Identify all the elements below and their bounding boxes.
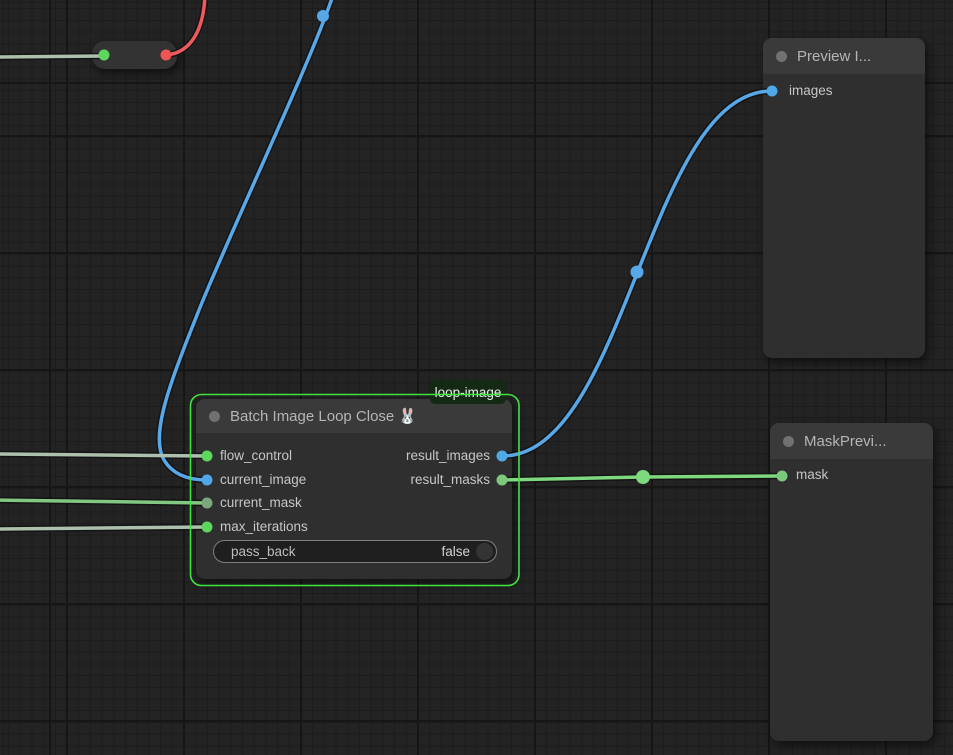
wire-to-max-iterations — [0, 527, 207, 529]
input-label-max-iterations: max_iterations — [220, 518, 308, 536]
output-label-result-images: result_images — [406, 447, 490, 465]
node-title-bar[interactable]: Preview I... — [763, 38, 925, 74]
node-graph-canvas[interactable]: Batch Image Loop Close 🐰 flow_control cu… — [0, 0, 953, 755]
node-title-bar[interactable]: MaskPrevi... — [770, 423, 933, 459]
node-batch-image-loop-close[interactable]: Batch Image Loop Close 🐰 flow_control cu… — [196, 399, 512, 579]
node-title: Batch Image Loop Close 🐰 — [230, 407, 417, 425]
node-title: Preview I... — [797, 48, 871, 65]
wire-underlay — [0, 56, 104, 57]
pass-back-toggle[interactable]: pass_back false — [213, 540, 497, 563]
wire-to-collapsed-input — [0, 56, 104, 57]
wire-underlay — [0, 500, 207, 503]
node-title-bar[interactable]: Batch Image Loop Close 🐰 — [196, 399, 512, 433]
input-label-current-mask: current_mask — [220, 494, 302, 512]
node-preview-image[interactable]: Preview I... images — [763, 38, 925, 358]
output-label-result-masks: result_masks — [410, 471, 490, 489]
wire-underlay — [0, 454, 207, 456]
collapsed-node[interactable] — [92, 41, 177, 69]
link-dot[interactable] — [631, 266, 644, 279]
collapse-dot-icon[interactable] — [783, 436, 794, 447]
wire-result-images-to-preview — [502, 91, 772, 456]
input-label-flow-control: flow_control — [220, 447, 292, 465]
collapse-dot-icon[interactable] — [776, 51, 787, 62]
wire-to-flow-control — [0, 454, 207, 456]
node-mask-preview[interactable]: MaskPrevi... mask — [770, 423, 933, 741]
wire-underlay — [502, 91, 772, 456]
input-label-images: images — [789, 82, 833, 100]
wire-underlay — [0, 527, 207, 529]
collapse-dot-icon[interactable] — [209, 411, 220, 422]
toggle-knob-icon[interactable] — [476, 543, 493, 560]
link-dot[interactable] — [317, 10, 329, 22]
wire-underlay — [502, 476, 782, 480]
wire-result-masks-to-mask — [502, 476, 782, 480]
wire-to-current-mask — [0, 500, 207, 503]
widget-value: false — [441, 544, 470, 559]
input-label-mask: mask — [796, 466, 828, 484]
node-tag-loop-image: loop-image — [430, 380, 506, 404]
link-dot[interactable] — [636, 470, 650, 484]
widget-label: pass_back — [231, 544, 441, 559]
node-title: MaskPrevi... — [804, 433, 887, 450]
input-label-current-image: current_image — [220, 471, 306, 489]
